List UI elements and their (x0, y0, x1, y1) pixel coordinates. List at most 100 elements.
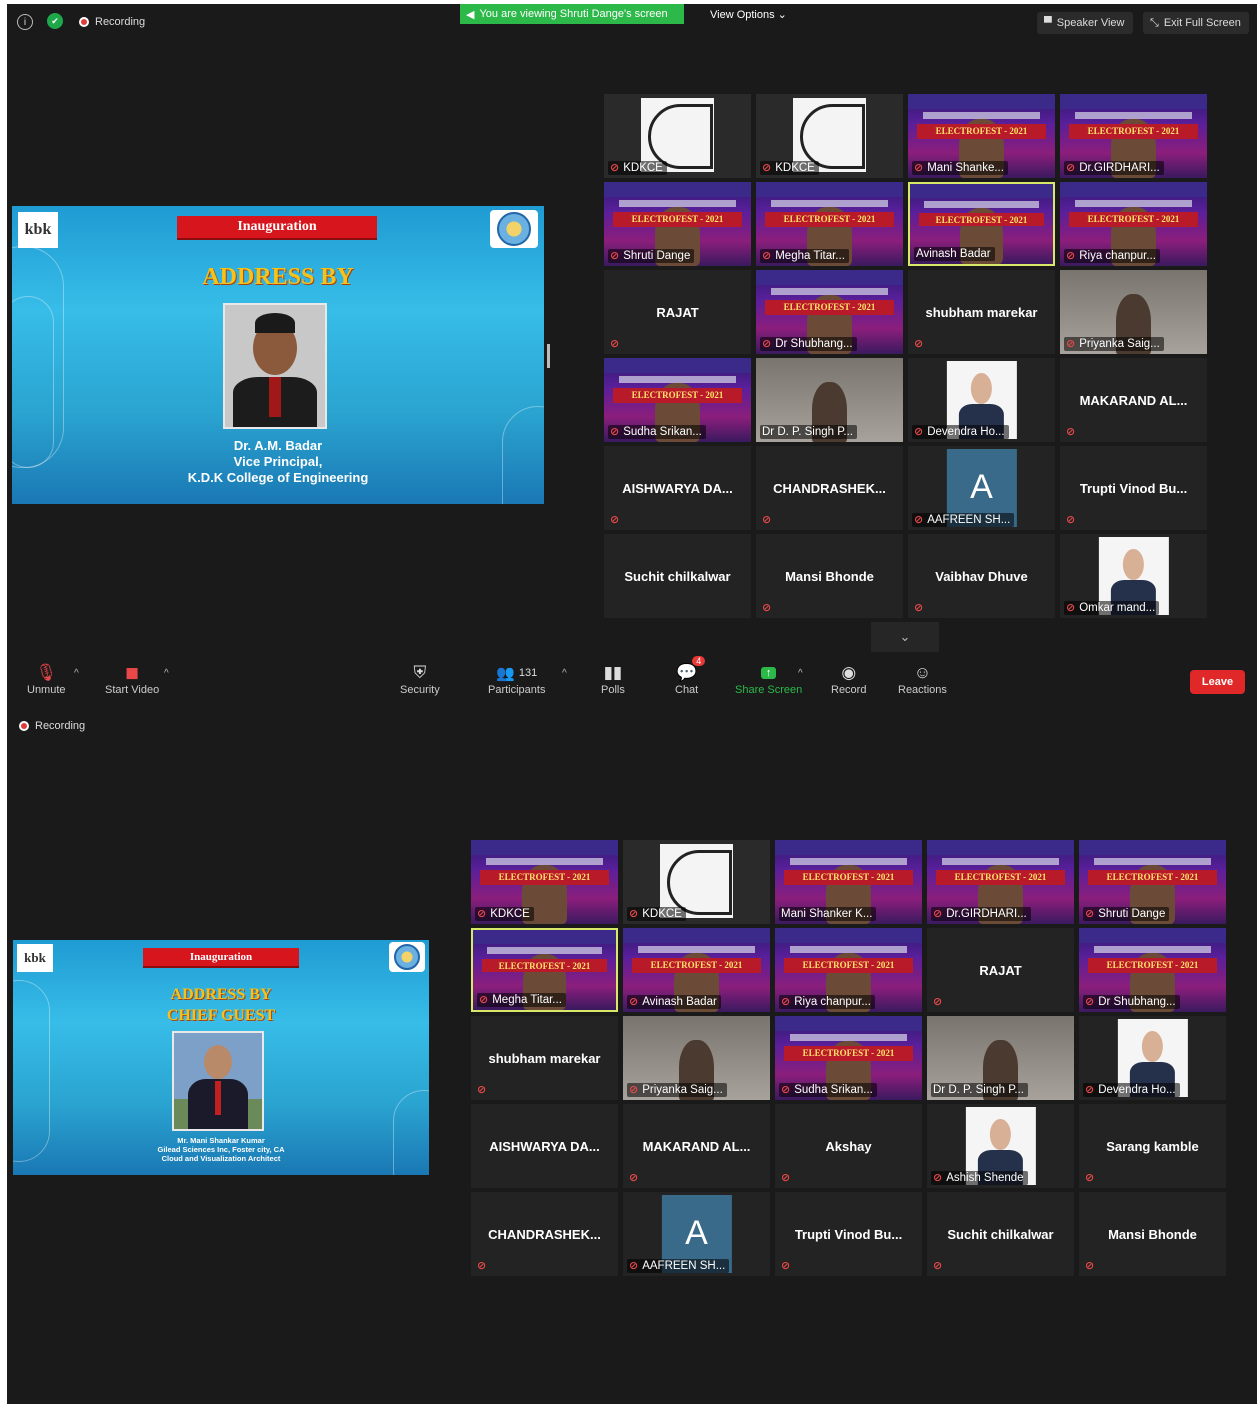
participant-label: ⊘ Omkar mand... (1064, 601, 1160, 615)
muted-microphone-icon: ⊘ (477, 1260, 487, 1272)
muted-microphone-icon: ⊘ (1066, 426, 1076, 438)
participant-name: Avinash Badar (642, 996, 717, 1008)
resize-handle[interactable] (547, 344, 550, 368)
participant-tile[interactable]: Sarang kamble ⊘ (1079, 1104, 1226, 1188)
participant-tile[interactable]: Mansi Bhonde ⊘ (1079, 1192, 1226, 1276)
participant-name: Sudha Srikan... (794, 1084, 873, 1096)
participant-tile[interactable]: ELECTROFEST - 2021 ⊘ Riya chanpur... (775, 928, 922, 1012)
participant-label: ⊘ Ashish Shende (931, 1171, 1028, 1185)
participant-tile[interactable]: AISHWARYA DA... (471, 1104, 618, 1188)
participant-tile[interactable]: ELECTROFEST - 2021 ⊘ Dr Shubhang... (1079, 928, 1226, 1012)
participant-tile[interactable]: shubham marekar ⊘ (908, 270, 1055, 354)
participant-tile[interactable]: A ⊘ AAFREEN SH... (623, 1192, 770, 1276)
participant-name: Dr Shubhang... (1098, 996, 1176, 1008)
participant-tile[interactable]: MAKARAND AL... ⊘ (623, 1104, 770, 1188)
encryption-shield-icon[interactable]: ✔ (47, 13, 63, 29)
participant-tile[interactable]: Suchit chilkalwar ⊘ (927, 1192, 1074, 1276)
participant-tile[interactable]: ⊘ KDKCE (604, 94, 751, 178)
start-video-button[interactable]: ◼ Start Video (105, 662, 159, 696)
participant-tile[interactable]: ELECTROFEST - 2021 ⊘ Dr Shubhang... (756, 270, 903, 354)
participant-tile[interactable]: AISHWARYA DA... ⊘ (604, 446, 751, 530)
participant-name: Dr.GIRDHARI... (1079, 162, 1160, 174)
participant-tile[interactable]: shubham marekar ⊘ (471, 1016, 618, 1100)
participant-tile[interactable]: Dr D. P. Singh P... (756, 358, 903, 442)
electrofest-banner-text: ELECTROFEST - 2021 (783, 870, 914, 885)
participant-tile[interactable]: ⊘ Priyanka Saig... (1060, 270, 1207, 354)
participant-tile[interactable]: CHANDRASHEK... ⊘ (756, 446, 903, 530)
participants-count: 131 (518, 667, 538, 679)
exit-full-screen-button[interactable]: ⤡ Exit Full Screen (1143, 12, 1249, 34)
participant-tile[interactable]: ELECTROFEST - 2021 ⊘ Megha Titar... (471, 928, 618, 1012)
participant-tile[interactable]: Vaibhav Dhuve ⊘ (908, 534, 1055, 618)
recording-label: Recording (35, 720, 86, 732)
security-button[interactable]: ⛨ Security (400, 662, 440, 696)
kdk-logo: kbk (17, 944, 53, 972)
participant-tile[interactable]: Trupti Vinod Bu... ⊘ (775, 1192, 922, 1276)
participant-label: ⊘ Mani Shanke... (912, 161, 1008, 175)
muted-microphone-icon: ⊘ (1066, 514, 1076, 526)
participant-label: ⊘ KDKCE (608, 161, 667, 175)
shared-screen-slide: kbk Inauguration ADDRESS BY Dr. A.M. Bad… (12, 206, 544, 504)
participant-tile[interactable]: ELECTROFEST - 2021 ⊘ Riya chanpur... (1060, 182, 1207, 266)
participant-tile[interactable]: MAKARAND AL... ⊘ (1060, 358, 1207, 442)
participant-tile[interactable]: ELECTROFEST - 2021 ⊘ Avinash Badar (623, 928, 770, 1012)
participant-tile[interactable]: Mansi Bhonde ⊘ (756, 534, 903, 618)
participant-tile[interactable]: Akshay ⊘ (775, 1104, 922, 1188)
participant-tile[interactable]: ⊘ KDKCE (756, 94, 903, 178)
info-icon[interactable]: i (17, 14, 33, 30)
electrofest-banner-text: ELECTROFEST - 2021 (479, 870, 610, 885)
participant-tile[interactable]: ⊘ Omkar mand... (1060, 534, 1207, 618)
participant-tile[interactable]: ⊘ Devendra Ho... (1079, 1016, 1226, 1100)
participant-tile[interactable]: ELECTROFEST - 2021 Avinash Badar (908, 182, 1055, 266)
participants-options-caret[interactable]: ^ (562, 668, 567, 679)
participant-tile[interactable]: ELECTROFEST - 2021 ⊘ Shruti Dange (604, 182, 751, 266)
participant-tile[interactable]: ⊘ Ashish Shende (927, 1104, 1074, 1188)
participant-tile[interactable]: ⊘ Priyanka Saig... (623, 1016, 770, 1100)
participant-tile[interactable]: ELECTROFEST - 2021 Mani Shanker K... (775, 840, 922, 924)
participant-name: KDKCE (775, 162, 815, 174)
participant-tile[interactable]: Trupti Vinod Bu... ⊘ (1060, 446, 1207, 530)
muted-microphone-icon: ⊘ (477, 907, 487, 920)
speaker-view-button[interactable]: ▀ Speaker View (1037, 12, 1133, 34)
share-screen-button[interactable]: ↑ Share Screen (735, 662, 802, 696)
participant-label: Dr D. P. Singh P... (931, 1083, 1028, 1097)
participant-tile[interactable]: ELECTROFEST - 2021 ⊘ Sudha Srikan... (775, 1016, 922, 1100)
participant-tile[interactable]: A ⊘ AAFREEN SH... (908, 446, 1055, 530)
participant-tile[interactable]: Suchit chilkalwar (604, 534, 751, 618)
record-button[interactable]: ◉ Record (831, 662, 866, 696)
unmute-button[interactable]: 🎙 Unmute (27, 662, 66, 696)
participant-tile[interactable]: Dr D. P. Singh P... (927, 1016, 1074, 1100)
speaker-org: K.D.K College of Engineering (187, 470, 369, 485)
participant-tile[interactable]: ELECTROFEST - 2021 ⊘ Dr.GIRDHARI... (927, 840, 1074, 924)
electrofest-banner-text: ELECTROFEST - 2021 (918, 212, 1045, 227)
reactions-button[interactable]: ☺ Reactions (898, 662, 947, 696)
share-options-caret[interactable]: ^ (798, 668, 803, 679)
exit-full-screen-icon: ⤡ (1150, 16, 1159, 29)
participants-button[interactable]: 👥 131 Participants (488, 662, 545, 696)
participant-tile[interactable]: ELECTROFEST - 2021 ⊘ KDKCE (471, 840, 618, 924)
participant-name: AISHWARYA DA... (489, 1138, 600, 1154)
collapse-gallery-button[interactable]: ⌄ (871, 622, 939, 652)
participant-tile[interactable]: CHANDRASHEK... ⊘ (471, 1192, 618, 1276)
recording-dot-icon (19, 721, 29, 731)
participant-tile[interactable]: ⊘ KDKCE (623, 840, 770, 924)
record-label: Record (831, 684, 867, 696)
participant-tile[interactable]: RAJAT ⊘ (604, 270, 751, 354)
leave-button[interactable]: Leave (1190, 670, 1245, 694)
muted-microphone-icon: ⊘ (629, 907, 639, 920)
polls-button[interactable]: ▮▮ Polls (601, 662, 625, 696)
view-options-button[interactable]: View Options ⌄ (710, 8, 787, 21)
participant-tile[interactable]: RAJAT ⊘ (927, 928, 1074, 1012)
video-options-caret[interactable]: ^ (164, 668, 169, 679)
audio-options-caret[interactable]: ^ (74, 668, 79, 679)
participant-name: Megha Titar... (492, 994, 562, 1006)
participant-tile[interactable]: ⊘ Devendra Ho... (908, 358, 1055, 442)
participant-tile[interactable]: ELECTROFEST - 2021 ⊘ Megha Titar... (756, 182, 903, 266)
participant-tile[interactable]: ELECTROFEST - 2021 ⊘ Dr.GIRDHARI... (1060, 94, 1207, 178)
electrofest-banner-text: ELECTROFEST - 2021 (783, 958, 914, 973)
participant-tile[interactable]: ELECTROFEST - 2021 ⊘ Shruti Dange (1079, 840, 1226, 924)
participant-tile[interactable]: ELECTROFEST - 2021 ⊘ Sudha Srikan... (604, 358, 751, 442)
participant-tile[interactable]: ELECTROFEST - 2021 ⊘ Mani Shanke... (908, 94, 1055, 178)
participant-name: Shruti Dange (1098, 908, 1166, 920)
chat-button[interactable]: 💬 4 Chat (675, 656, 706, 696)
